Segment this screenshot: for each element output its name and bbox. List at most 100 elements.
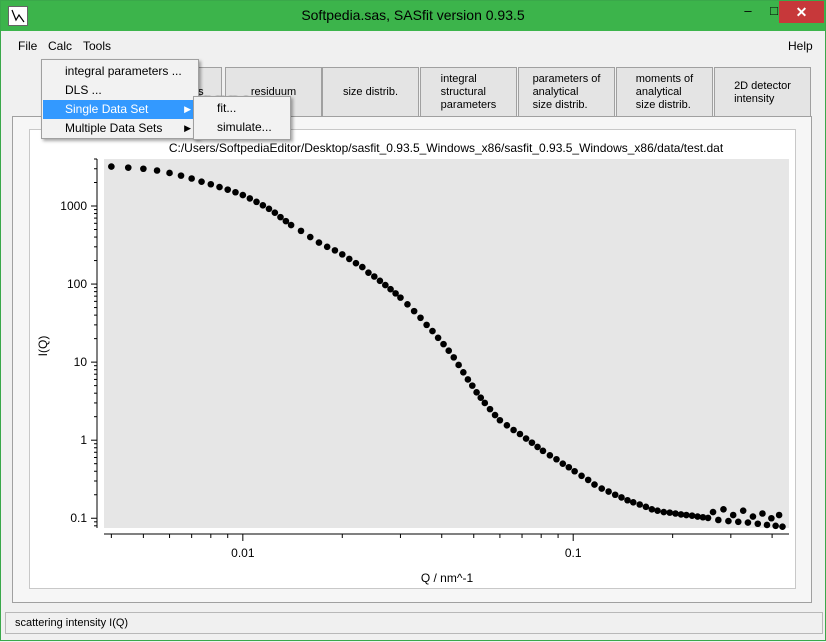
y-ticks: 0.1 1 10 100 1000 xyxy=(60,199,97,525)
data-point xyxy=(720,506,727,513)
data-point xyxy=(410,307,418,315)
data-point xyxy=(265,205,273,213)
data-point xyxy=(565,463,573,471)
data-point xyxy=(734,518,742,526)
data-point xyxy=(553,455,560,463)
submenu-arrow-icon: ▶ xyxy=(184,104,191,114)
data-point xyxy=(387,285,394,293)
data-point xyxy=(591,481,598,488)
data-point xyxy=(445,347,453,355)
data-point xyxy=(271,209,279,217)
y-tick-label: 1000 xyxy=(60,199,87,213)
chart-title: C:/Users/SoftpediaEditor/Desktop/sasfit_… xyxy=(169,141,724,155)
status-text: scattering intensity I(Q) xyxy=(15,617,129,629)
menu-item-label: DLS ... xyxy=(65,83,102,97)
menu-item-simulate[interactable]: simulate... xyxy=(195,118,289,137)
x-tick-label: 0.1 xyxy=(565,546,582,560)
data-point xyxy=(188,175,195,182)
data-point xyxy=(503,422,511,429)
data-point xyxy=(660,508,668,516)
data-point xyxy=(434,334,442,342)
data-point xyxy=(754,520,762,528)
data-point xyxy=(404,301,411,308)
menu-item-label: Multiple Data Sets xyxy=(65,121,163,135)
data-point xyxy=(124,164,132,171)
data-point xyxy=(382,281,389,289)
data-point xyxy=(277,213,284,221)
data-point xyxy=(259,202,267,209)
data-point xyxy=(725,517,732,525)
data-point xyxy=(584,476,592,484)
calc-dropdown-menu: integral parameters ... DLS ... Single D… xyxy=(41,59,199,139)
data-point xyxy=(417,314,424,322)
data-point xyxy=(779,523,786,530)
data-point xyxy=(359,263,366,271)
data-point xyxy=(455,361,462,369)
data-point xyxy=(345,255,353,263)
data-point xyxy=(464,376,472,383)
data-point xyxy=(539,447,547,455)
app-window: Softpedia.sas, SASfit version 0.93.5 – □… xyxy=(0,0,826,641)
data-point xyxy=(224,186,232,193)
data-point xyxy=(108,163,115,170)
menu-item-multiple-data-sets[interactable]: Multiple Data Sets ▶ xyxy=(43,119,197,138)
data-point xyxy=(198,178,205,185)
data-point xyxy=(297,227,305,235)
menu-item-label: Single Data Set xyxy=(65,102,149,116)
data-point xyxy=(683,511,690,519)
y-tick-label: 0.1 xyxy=(70,511,87,525)
data-point xyxy=(423,321,430,329)
menu-item-label: simulate... xyxy=(217,120,272,134)
menu-item-integral-parameters[interactable]: integral parameters ... xyxy=(43,62,197,81)
data-point xyxy=(763,521,771,529)
data-point xyxy=(534,443,541,451)
data-point xyxy=(559,460,567,467)
menu-item-label: integral parameters ... xyxy=(65,64,182,78)
data-point xyxy=(605,488,612,495)
data-point xyxy=(571,467,578,475)
data-point xyxy=(618,494,625,501)
data-point xyxy=(440,340,447,348)
data-point xyxy=(246,195,254,202)
data-point xyxy=(352,259,360,267)
data-point xyxy=(739,507,747,514)
data-point xyxy=(481,399,489,407)
menu-item-dls[interactable]: DLS ... xyxy=(43,81,197,100)
status-bar: scattering intensity I(Q) xyxy=(5,612,823,634)
data-point xyxy=(624,496,631,504)
data-point xyxy=(709,508,717,516)
data-point xyxy=(370,273,378,280)
x-tick-label: 0.01 xyxy=(231,546,255,560)
data-point xyxy=(469,382,476,389)
data-point xyxy=(715,516,722,524)
x-axis-label: Q / nm^-1 xyxy=(421,571,474,585)
data-point xyxy=(636,501,644,508)
data-point xyxy=(744,519,752,526)
data-point xyxy=(486,405,494,413)
data-point xyxy=(578,472,585,480)
y-axis-label: I(Q) xyxy=(36,336,50,357)
data-point xyxy=(239,191,247,199)
data-point xyxy=(282,217,290,225)
single-data-set-submenu: fit... simulate... xyxy=(193,96,291,140)
data-point xyxy=(253,198,260,206)
y-tick-label: 1 xyxy=(80,433,87,447)
data-point xyxy=(528,439,536,446)
data-point xyxy=(598,485,606,492)
data-point xyxy=(376,277,384,285)
data-point xyxy=(510,426,517,434)
data-point xyxy=(207,180,215,188)
data-point xyxy=(749,513,757,520)
data-point xyxy=(177,172,185,179)
data-point xyxy=(331,247,339,254)
data-point xyxy=(473,389,480,396)
data-point xyxy=(772,522,779,530)
menu-item-fit[interactable]: fit... xyxy=(195,99,289,118)
data-point xyxy=(306,233,314,241)
data-point xyxy=(629,499,637,506)
data-point xyxy=(140,165,147,173)
menu-item-single-data-set[interactable]: Single Data Set ▶ xyxy=(43,100,197,119)
data-point xyxy=(216,183,223,191)
data-point xyxy=(666,509,674,516)
data-point xyxy=(496,416,504,424)
